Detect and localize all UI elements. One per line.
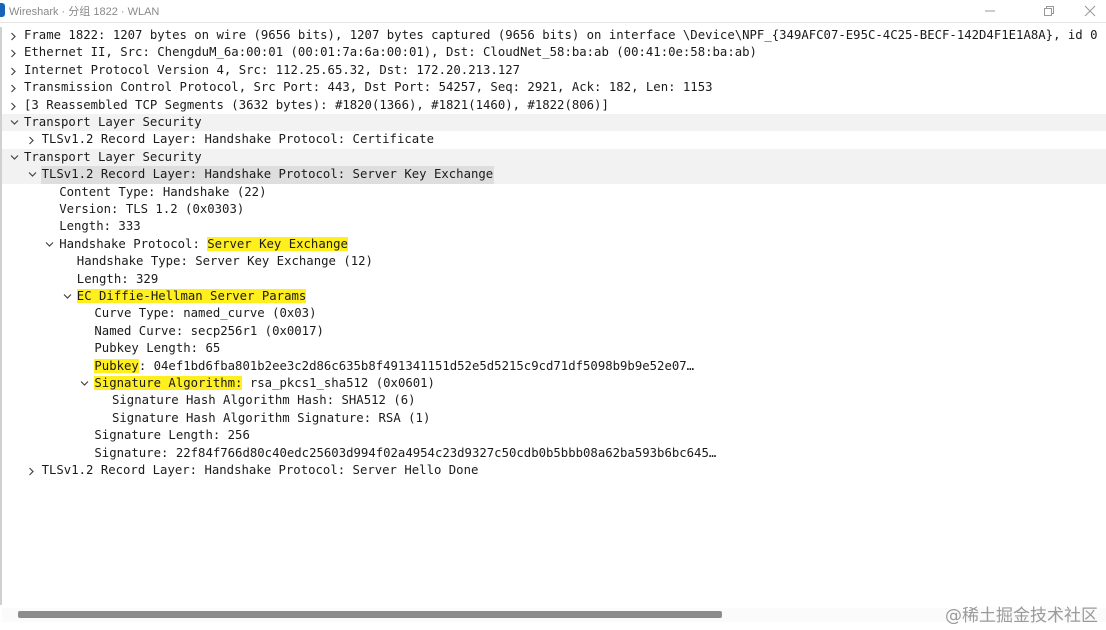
tree-row-label: Handshake Protocol: Server Key Exchange bbox=[58, 236, 349, 253]
tree-row[interactable]: Signature Hash Algorithm Hash: SHA512 (6… bbox=[2, 392, 1106, 409]
tree-row[interactable]: Transmission Control Protocol, Src Port:… bbox=[2, 79, 1106, 96]
tree-row[interactable]: TLSv1.2 Record Layer: Handshake Protocol… bbox=[2, 131, 1106, 148]
tree-row-label: Version: TLS 1.2 (0x0303) bbox=[59, 202, 245, 216]
highlighted-text: Pubkey bbox=[94, 358, 139, 373]
tree-row[interactable]: Signature Hash Algorithm Signature: RSA … bbox=[2, 410, 1106, 427]
chevron-down-icon[interactable] bbox=[27, 166, 39, 183]
tree-row[interactable]: Content Type: Handshake (22) bbox=[2, 184, 1106, 201]
tree-row-label: Handshake Type: Server Key Exchange (12) bbox=[76, 254, 373, 269]
tree-row[interactable]: Transport Layer Security bbox=[2, 114, 1106, 132]
chevron-right-icon[interactable] bbox=[9, 27, 21, 44]
tree-row[interactable]: [3 Reassembled TCP Segments (3632 bytes)… bbox=[2, 97, 1106, 114]
tree-row-label: Content Type: Handshake (22) bbox=[59, 184, 267, 199]
tree-row[interactable]: Signature: 22f84f766d80c40edc25603d994f0… bbox=[2, 445, 1106, 462]
tree-row-label: Signature Algorithm: rsa_pkcs1_sha512 (0… bbox=[93, 375, 436, 392]
label-prefix: Handshake Protocol: bbox=[59, 236, 208, 251]
close-button[interactable] bbox=[1066, 0, 1106, 22]
packet-details-tree[interactable]: Frame 1822: 1207 bytes on wire (9656 bit… bbox=[0, 27, 1106, 605]
minimize-button[interactable] bbox=[966, 0, 1012, 22]
chevron-down-icon[interactable] bbox=[79, 375, 91, 392]
tree-row-label: Ethernet II, Src: ChengduM_6a:00:01 (00:… bbox=[24, 45, 757, 60]
highlighted-text: EC Diffie-Hellman Server Params bbox=[76, 289, 307, 303]
highlighted-text: Server Key Exchange bbox=[207, 236, 348, 251]
restore-icon bbox=[1044, 6, 1054, 16]
tree-row[interactable]: Handshake Type: Server Key Exchange (12) bbox=[2, 253, 1106, 270]
tree-row[interactable]: Ethernet II, Src: ChengduM_6a:00:01 (00:… bbox=[2, 44, 1106, 61]
tree-row-label: EC Diffie-Hellman Server Params bbox=[76, 288, 308, 305]
tree-row-label: Transmission Control Protocol, Src Port:… bbox=[24, 80, 713, 95]
chevron-right-icon[interactable] bbox=[9, 79, 21, 96]
tree-row[interactable]: Length: 333 bbox=[2, 218, 1106, 235]
chevron-down-icon[interactable] bbox=[9, 114, 21, 131]
tree-row[interactable]: Handshake Protocol: Server Key Exchange bbox=[2, 236, 1106, 253]
horizontal-scrollbar[interactable] bbox=[2, 608, 1106, 622]
tree-row-label: Signature: 22f84f766d80c40edc25603d994f0… bbox=[94, 445, 717, 460]
tree-row-label: [3 Reassembled TCP Segments (3632 bytes)… bbox=[24, 97, 609, 112]
label-suffix: rsa_pkcs1_sha512 (0x0601) bbox=[242, 376, 435, 390]
title-bar: Wireshark · 分组 1822 · WLAN bbox=[0, 0, 1106, 23]
window-title: Wireshark · 分组 1822 · WLAN bbox=[9, 6, 160, 18]
chevron-right-icon[interactable] bbox=[9, 97, 21, 114]
minimize-icon bbox=[985, 10, 995, 12]
tree-row[interactable]: EC Diffie-Hellman Server Params bbox=[2, 288, 1106, 305]
tree-row-label: Pubkey Length: 65 bbox=[94, 341, 221, 356]
chevron-right-icon[interactable] bbox=[27, 462, 39, 479]
label-suffix: : 04ef1bd6fba801b2ee3c2d86c635b8f4913411… bbox=[138, 358, 695, 373]
chevron-right-icon[interactable] bbox=[9, 44, 21, 61]
tree-row-label: Signature Hash Algorithm Hash: SHA512 (6… bbox=[112, 393, 416, 408]
scrollbar-thumb[interactable] bbox=[18, 611, 722, 618]
tree-row[interactable]: TLSv1.2 Record Layer: Handshake Protocol… bbox=[2, 462, 1106, 479]
tree-row[interactable]: Length: 329 bbox=[2, 271, 1106, 288]
tree-row[interactable]: Signature Algorithm: rsa_pkcs1_sha512 (0… bbox=[2, 375, 1106, 392]
tree-row[interactable]: Pubkey: 04ef1bd6fba801b2ee3c2d86c635b8f4… bbox=[2, 358, 1106, 375]
tree-row-label: TLSv1.2 Record Layer: Handshake Protocol… bbox=[41, 463, 479, 477]
tree-row-label: TLSv1.2 Record Layer: Handshake Protocol… bbox=[41, 132, 434, 147]
tree-row[interactable]: Internet Protocol Version 4, Src: 112.25… bbox=[2, 62, 1106, 79]
watermark: @稀土掘金技术社区 bbox=[945, 606, 1098, 626]
tree-row[interactable]: TLSv1.2 Record Layer: Handshake Protocol… bbox=[2, 166, 1106, 184]
chevron-down-icon[interactable] bbox=[62, 288, 74, 305]
tree-row-label: Signature Length: 256 bbox=[94, 428, 250, 443]
tree-row-label: Internet Protocol Version 4, Src: 112.25… bbox=[24, 62, 521, 77]
chevron-down-icon[interactable] bbox=[44, 236, 56, 253]
tree-row-label: Length: 329 bbox=[76, 271, 159, 286]
tree-row-label: Pubkey: 04ef1bd6fba801b2ee3c2d86c635b8f4… bbox=[93, 358, 695, 375]
tree-row-label: Frame 1822: 1207 bytes on wire (9656 bit… bbox=[24, 28, 1098, 42]
tree-row[interactable]: Signature Length: 256 bbox=[2, 427, 1106, 444]
tree-row[interactable]: Pubkey Length: 65 bbox=[2, 340, 1106, 357]
chevron-right-icon[interactable] bbox=[9, 62, 21, 79]
tree-row[interactable]: Transport Layer Security bbox=[2, 148, 1106, 167]
tree-row-label: Length: 333 bbox=[59, 219, 141, 234]
close-icon bbox=[1084, 5, 1096, 17]
tree-row-label: Transport Layer Security bbox=[24, 115, 202, 129]
tree-row[interactable]: Curve Type: named_curve (0x03) bbox=[2, 305, 1106, 322]
tree-row[interactable]: Version: TLS 1.2 (0x0303) bbox=[2, 201, 1106, 218]
tree-row[interactable]: Named Curve: secp256r1 (0x0017) bbox=[2, 323, 1106, 340]
tree-row-label: Signature Hash Algorithm Signature: RSA … bbox=[112, 410, 431, 425]
tree-row[interactable]: Frame 1822: 1207 bytes on wire (9656 bit… bbox=[2, 27, 1106, 44]
restore-button[interactable] bbox=[1025, 0, 1071, 22]
tree-row-label: Named Curve: secp256r1 (0x0017) bbox=[94, 323, 324, 338]
tree-row-label: Curve Type: named_curve (0x03) bbox=[94, 306, 317, 321]
wireshark-app-icon bbox=[0, 3, 5, 17]
chevron-down-icon[interactable] bbox=[9, 149, 21, 166]
tree-row-label: Transport Layer Security bbox=[24, 149, 202, 164]
tree-row-label: TLSv1.2 Record Layer: Handshake Protocol… bbox=[40, 166, 495, 184]
chevron-right-icon[interactable] bbox=[27, 131, 39, 148]
highlighted-text: Signature Algorithm: bbox=[94, 376, 243, 390]
